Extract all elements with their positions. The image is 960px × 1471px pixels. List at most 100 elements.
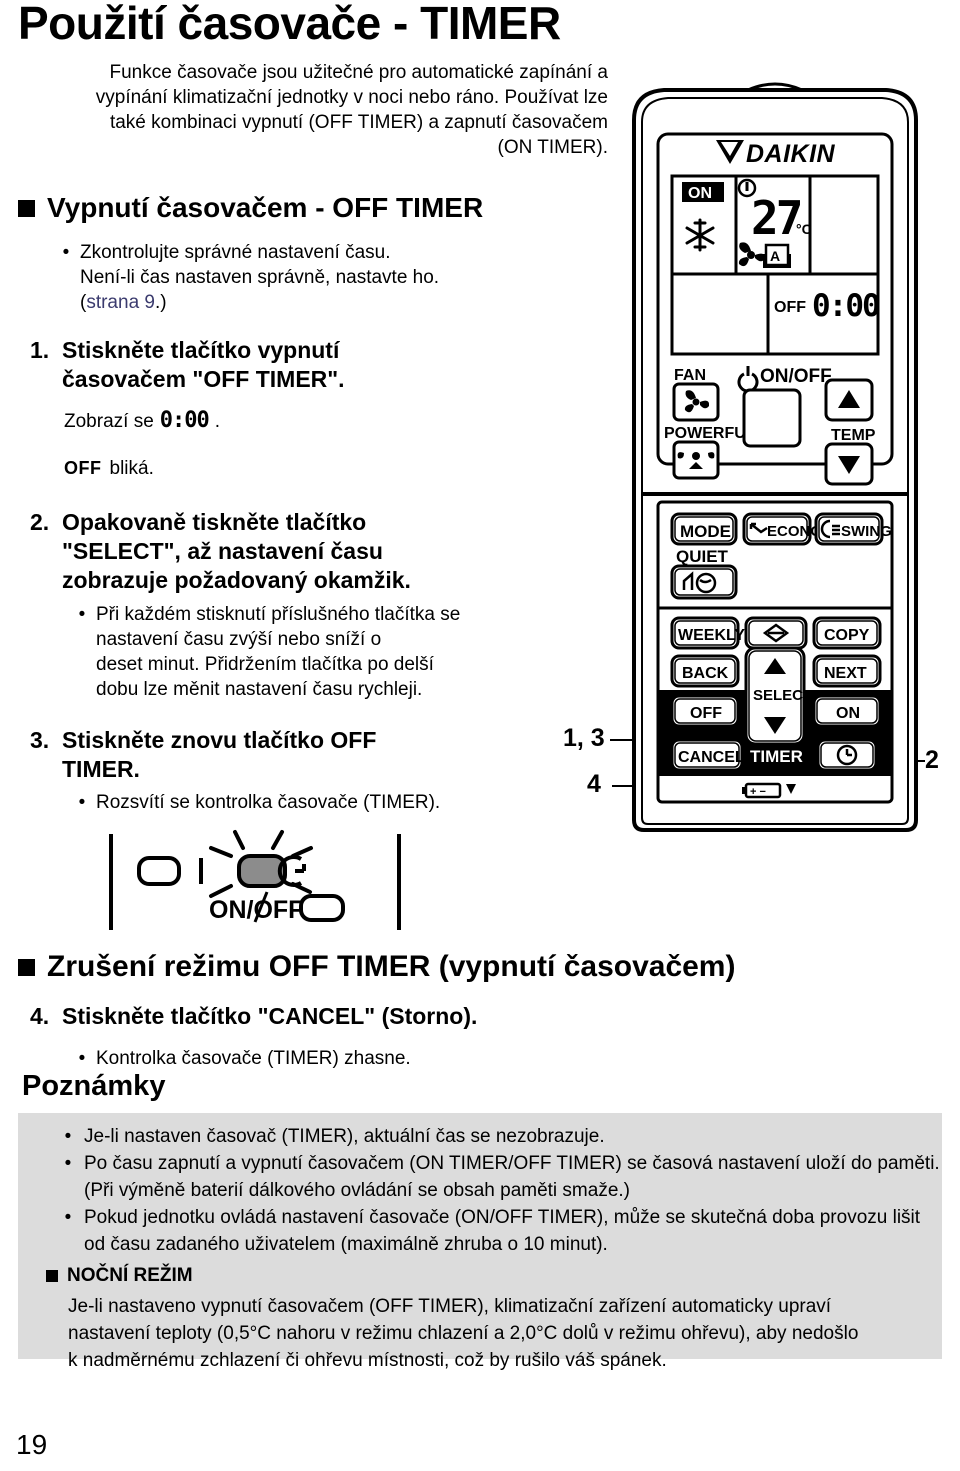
step-number: 2. — [30, 509, 50, 535]
note-line: (Při výměně baterií dálkového ovládání s… — [84, 1180, 630, 1201]
callout-1-3: 1, 3 — [563, 724, 605, 752]
lcd-on-badge-label: ON — [688, 185, 712, 202]
bullet-dot-icon: • — [78, 1048, 86, 1069]
note-item: • Po času zapnutí a vypnutí časovačem (O… — [64, 1150, 944, 1204]
night-mode-body: Je-li nastaveno vypnutí časovačem (OFF T… — [68, 1293, 948, 1374]
page-link[interactable]: strana 9 — [86, 292, 155, 313]
notes-heading: Poznámky — [22, 1070, 166, 1102]
step1-blink-note: OFF bliká. — [64, 458, 154, 480]
mode-button-label: MODE — [680, 522, 731, 541]
step2-bullet-line-1: Při každém stisknutí příslušného tlačítk… — [96, 604, 461, 625]
lcd-temperature: 27 — [751, 191, 801, 245]
step-text: Opakovaně tiskněte tlačítko "SELECT", až… — [62, 508, 411, 595]
blink-text: bliká. — [109, 458, 154, 479]
paren-close: .) — [154, 292, 167, 313]
bullet-dot-icon: • — [64, 1126, 72, 1147]
swing-button-label: SWING — [841, 523, 892, 540]
quiet-button-label: QUIET — [676, 547, 729, 566]
cancel-button-label: CANCEL — [678, 749, 745, 766]
bullet-dot-icon: • — [78, 792, 86, 813]
fan-auto-label: A — [770, 248, 780, 264]
select-button-label: SELECT — [753, 687, 812, 704]
note-line: od času zadaného uživatelem (maximálně z… — [84, 1234, 608, 1255]
bullet-check-time: • Zkontrolujte správné nastavení času. N… — [62, 240, 532, 315]
lcd-time-glyph: 0:00 — [159, 408, 210, 433]
onoff-button — [742, 388, 802, 448]
bullet-step-3: • Rozsvítí se kontrolka časovače (TIMER)… — [78, 790, 548, 815]
section-heading-label: Zrušení režimu OFF TIMER (vypnutí časova… — [47, 950, 736, 983]
intro-line: Funkce časovače jsou užitečné pro automa… — [109, 62, 608, 83]
step2-bullet-line-4: dobu lze měnit nastavení času rychleji. — [96, 679, 423, 700]
step2-line-3: zobrazuje požadovaný okamžik. — [62, 567, 411, 593]
step-number: 3. — [30, 727, 50, 753]
step3-line-2: TIMER. — [62, 756, 140, 782]
bullet-dot-icon: • — [64, 1153, 72, 1174]
step-text: Stiskněte znovu tlačítko OFF TIMER. — [62, 726, 376, 784]
night-mode-heading: NOČNÍ REŽIM — [46, 1265, 193, 1287]
step-number: 4. — [30, 1003, 50, 1029]
square-bullet-icon — [46, 1270, 58, 1282]
bullet-text: Při každém stisknutí příslušného tlačítk… — [96, 602, 460, 702]
note-item: • Je-li nastaven časovač (TIMER), aktuál… — [64, 1123, 944, 1150]
note-item: • Pokud jednotku ovládá nastavení časova… — [64, 1204, 944, 1258]
weekly-button-label: WEEKLY — [678, 627, 745, 644]
notes-list: • Je-li nastaven časovač (TIMER), aktuál… — [64, 1123, 944, 1258]
notes-box: • Je-li nastaven časovač (TIMER), aktuál… — [18, 1113, 944, 1371]
note-text: Pokud jednotku ovládá nastavení časovače… — [84, 1204, 920, 1258]
off-timer-button-label: OFF — [690, 705, 722, 722]
note-text: Je-li nastaven časovač (TIMER), aktuální… — [84, 1126, 605, 1147]
next-button-label: NEXT — [824, 665, 867, 682]
indicator-lamp-illustration: ON/OFF — [105, 826, 405, 938]
step-1: 1. Stiskněte tlačítko vypnutí časovačem … — [30, 336, 460, 394]
night-mode-line: nastavení teploty (0,5°C nahoru v režimu… — [68, 1323, 859, 1344]
step-text: Stiskněte tlačítko vypnutí časovačem "OF… — [62, 336, 345, 394]
section-heading-cancel: Zrušení režimu OFF TIMER (vypnutí časova… — [18, 950, 735, 984]
bullet-dot-icon: • — [78, 604, 86, 625]
step4-line-1: Stiskněte tlačítko "CANCEL" (Storno). — [62, 1003, 478, 1029]
callout-4: 4 — [587, 770, 601, 798]
note-text: Po času zapnutí a vypnutí časovačem (ON … — [84, 1150, 940, 1204]
bullet-dot-icon: • — [64, 1207, 72, 1228]
step2-line-2: "SELECT", až nastavení času — [62, 538, 383, 564]
square-bullet-icon — [18, 199, 35, 217]
intro-line: vypínání klimatizační jednotky v noci ne… — [95, 87, 608, 108]
night-mode-line: k nadměrnému zchlazení či ohřevu místnos… — [68, 1350, 667, 1371]
step4-bullet-line-1: Kontrolka časovače (TIMER) zhasne. — [96, 1048, 411, 1069]
copy-button-label: COPY — [824, 627, 870, 644]
night-mode-heading-label: NOČNÍ REŽIM — [67, 1265, 193, 1286]
page-title: Použití časovače - TIMER — [18, 0, 561, 49]
step2-bullet-line-2: nastavení času zvýší nebo sníží o — [96, 629, 382, 650]
powerful-button-label: POWERFUL — [664, 425, 756, 442]
night-mode-line: Je-li nastaveno vypnutí časovačem (OFF T… — [68, 1296, 832, 1317]
step-number: 1. — [30, 337, 50, 363]
note-line: Pokud jednotku ovládá nastavení časovače… — [84, 1207, 921, 1228]
page-number: 19 — [16, 1429, 48, 1460]
display-note-period: . — [214, 411, 221, 432]
off-badge-glyph: OFF — [64, 458, 102, 478]
section-heading-label: Vypnutí časovačem - OFF TIMER — [47, 192, 484, 223]
section-heading-off-timer: Vypnutí časovačem - OFF TIMER — [18, 192, 483, 224]
step3-bullet-line-1: Rozsvítí se kontrolka časovače (TIMER). — [96, 792, 441, 813]
battery-polarity-label: + − — [750, 786, 766, 798]
back-button-label: BACK — [682, 665, 729, 682]
step1-line-2: časovačem "OFF TIMER". — [62, 366, 345, 392]
check-line-2: Není-li čas nastaven správně, nastavte h… — [80, 267, 440, 288]
step1-line-1: Stiskněte tlačítko vypnutí — [62, 337, 340, 363]
page-reference: (strana 9.) — [80, 292, 167, 313]
timer-label: TIMER — [750, 747, 803, 766]
remote-control-illustration: DAIKIN ON 27 °C A OFF 0:00 FAN POWERFUL … — [620, 78, 930, 838]
square-bullet-icon — [18, 958, 35, 976]
bullet-dot-icon: • — [62, 242, 70, 263]
check-line-1: Zkontrolujte správné nastavení času. — [80, 242, 391, 263]
step2-bullet-line-3: deset minut. Přidržením tlačítka po delš… — [96, 654, 434, 675]
step-2: 2. Opakovaně tiskněte tlačítko "SELECT",… — [30, 508, 460, 595]
step-4: 4. Stiskněte tlačítko "CANCEL" (Storno). — [30, 1002, 590, 1031]
lcd-temp-unit: °C — [796, 221, 812, 237]
lcd-off-time: 0:00 — [812, 288, 879, 324]
bullet-step-4: • Kontrolka časovače (TIMER) zhasne. — [78, 1046, 548, 1071]
note-line: Po času zapnutí a vypnutí časovačem (ON … — [84, 1153, 940, 1174]
intro-line: (ON TIMER). — [497, 137, 608, 158]
brand-label: DAIKIN — [746, 140, 836, 168]
intro-line: také kombinaci vypnutí (OFF TIMER) a zap… — [109, 112, 608, 133]
step3-line-1: Stiskněte znovu tlačítko OFF — [62, 727, 377, 753]
